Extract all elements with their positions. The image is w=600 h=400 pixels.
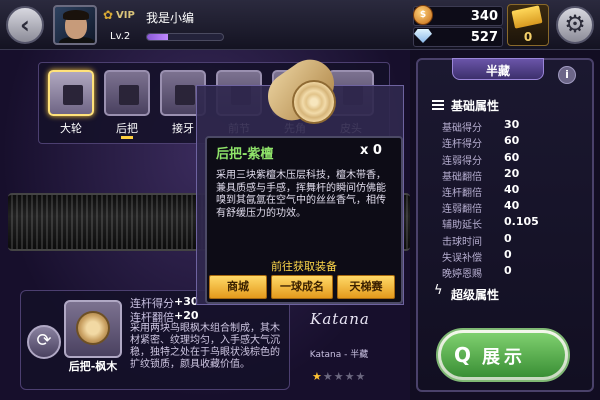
wood-item-large-icon — [258, 50, 344, 130]
stat-row: 连弱得分 60 — [442, 151, 580, 167]
part-icon — [63, 85, 83, 105]
gems-value: 527 — [470, 30, 498, 45]
current-stat-value: +20 — [174, 309, 199, 322]
active-marker — [121, 136, 133, 139]
show-button-label: 展示 — [482, 347, 526, 368]
star-icon: ★ — [322, 370, 334, 383]
shop-button[interactable]: 商城 — [209, 275, 267, 299]
stat-label: 基础得分 — [442, 123, 482, 134]
xp-progress-bar — [146, 33, 224, 41]
obtain-label: 前往获取装备 — [271, 260, 337, 273]
ticket-value: 0 — [523, 30, 533, 44]
panel-title: 半藏 — [485, 64, 510, 78]
stat-value: 40 — [504, 199, 520, 212]
wood-item-icon — [76, 311, 110, 345]
stat-label: 基础翻倍 — [442, 172, 482, 183]
vip-label: VIP — [116, 10, 135, 21]
tab-main-body[interactable]: 大轮 — [48, 70, 94, 136]
info-icon: i — [565, 68, 569, 81]
star-icon: ★ — [333, 370, 345, 383]
lightning-icon: ϟ — [434, 283, 443, 298]
star-icon: ★ — [355, 370, 367, 383]
part-icon — [175, 85, 195, 105]
tab-label: 后把 — [116, 122, 138, 135]
tab-label: 大轮 — [60, 122, 82, 135]
avatar[interactable] — [53, 5, 97, 45]
stat-row: 失误补偿 0 — [442, 248, 580, 264]
super-attributes-header: 超级属性 — [451, 288, 500, 302]
stat-row: 基础得分 30 — [442, 118, 580, 134]
stat-label: 连弱翻倍 — [442, 204, 482, 215]
star-icon: ★ — [344, 370, 356, 383]
settings-button[interactable]: ⚙ — [556, 6, 594, 44]
stat-label: 连杆翻倍 — [442, 188, 482, 199]
star-icon: ★ — [312, 370, 323, 383]
search-icon: Q — [454, 343, 472, 367]
brand-logo: Katana — [310, 310, 370, 328]
stat-row: 连弱翻倍 40 — [442, 199, 580, 215]
stat-label: 连弱得分 — [442, 156, 482, 167]
xp-progress-fill — [147, 34, 169, 40]
popup-item-count: x 0 — [360, 143, 382, 158]
stat-row: 辅助延长 0.105 — [442, 215, 580, 231]
part-icon — [119, 85, 139, 105]
stat-value: 60 — [504, 134, 520, 147]
stat-row: 晚婷恩赐 0 — [442, 264, 580, 280]
stat-row: 基础翻倍 20 — [442, 167, 580, 183]
current-item-name: 后把-枫木 — [68, 360, 118, 373]
refresh-icon: ⟳ — [36, 330, 52, 351]
chevron-left-icon: ‹ — [20, 11, 30, 39]
stat-label: 辅助延长 — [442, 220, 482, 231]
player-name: 我是小编 — [146, 11, 195, 25]
tab-tile — [48, 70, 94, 116]
stat-value: 0 — [504, 264, 512, 277]
stat-label: 击球时间 — [442, 237, 482, 248]
coin-icon: $ — [413, 5, 433, 25]
one-ball-fame-button[interactable]: 一球成名 — [271, 275, 333, 299]
info-button[interactable]: i — [558, 66, 576, 84]
vip-crown-icon: ✿ — [103, 8, 114, 22]
basic-attributes-header: 基础属性 — [451, 99, 500, 113]
back-button[interactable]: ‹ — [6, 6, 44, 44]
tab-butt[interactable]: 后把 — [104, 70, 150, 139]
ladder-match-button[interactable]: 天梯赛 — [337, 275, 395, 299]
popup-item-description: 采用三块紫檀木压层科技，檀木带香，兼具质感与手感，挥舞杆的瞬间仿佛能嗅到其氤氲在… — [216, 170, 386, 219]
stat-value: 0 — [504, 232, 512, 245]
stat-row: 连杆翻倍 40 — [442, 183, 580, 199]
stat-value: 60 — [504, 151, 520, 164]
current-stat-value: +30 — [174, 295, 199, 308]
stat-label: 连杆得分 — [442, 139, 482, 150]
swap-button[interactable]: ⟳ — [27, 325, 61, 359]
current-item-description: 采用两块鸟眼枫木组合制成，其木材紧密、纹理均匀，入手感大气沉稳，独特之处在于鸟眼… — [130, 323, 280, 370]
stat-row: 连杆得分 60 — [442, 134, 580, 150]
brand-name: Katana - 半藏 — [309, 350, 369, 360]
stat-value: 40 — [504, 183, 520, 196]
stat-label: 晚婷恩赐 — [442, 269, 482, 280]
stat-value: 30 — [504, 118, 520, 131]
gear-icon: ⚙ — [564, 10, 586, 38]
rating-stars: ★★★★★ — [312, 370, 366, 383]
stat-value: 20 — [504, 167, 520, 180]
stat-value: 0.105 — [504, 215, 539, 228]
coins-value: 340 — [470, 9, 498, 24]
list-icon — [432, 100, 444, 111]
stat-value: 0 — [504, 248, 512, 261]
popup-item-title: 后把-紫檀 — [216, 147, 274, 162]
stat-label: 失误补偿 — [442, 253, 482, 264]
level-label: Lv.2 — [110, 31, 131, 42]
tab-tile — [104, 70, 150, 116]
stat-row: 击球时间 0 — [442, 232, 580, 248]
